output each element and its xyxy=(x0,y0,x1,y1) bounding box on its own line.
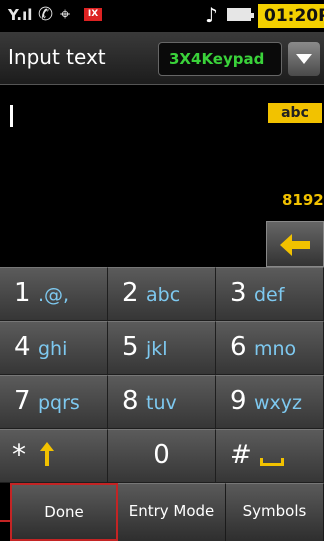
key-hash-space[interactable]: # xyxy=(216,429,324,483)
key-8[interactable]: 8 tuv xyxy=(108,375,216,429)
key-letters: wxyz xyxy=(254,392,303,414)
key-digit: 1 xyxy=(14,278,31,308)
key-2[interactable]: 2 abc xyxy=(108,267,216,321)
key-3[interactable]: 3 def xyxy=(216,267,324,321)
key-7[interactable]: 7 pqrs xyxy=(0,375,108,429)
sd-card-icon: IX xyxy=(84,8,102,21)
softkey-bar: Done Entry Mode Symbols xyxy=(0,483,324,541)
key-digit: 7 xyxy=(14,386,31,416)
back-arrow-icon xyxy=(280,234,310,256)
text-input-area[interactable]: abc 8192 xyxy=(0,85,324,267)
dropdown-button[interactable] xyxy=(288,42,320,76)
key-digit: 9 xyxy=(230,386,247,416)
key-5[interactable]: 5 jkl xyxy=(108,321,216,375)
key-digit: 0 xyxy=(153,440,170,470)
key-letters: tuv xyxy=(146,392,177,414)
entry-mode-button[interactable]: Entry Mode xyxy=(118,483,226,541)
clock: 01:20P xyxy=(258,4,324,28)
case-mode-badge: abc xyxy=(268,103,322,123)
backspace-button[interactable] xyxy=(266,221,324,267)
space-icon xyxy=(260,458,284,466)
key-9[interactable]: 9 wxyz xyxy=(216,375,324,429)
battery-icon xyxy=(227,8,254,21)
key-1[interactable]: 1 .@, xyxy=(0,267,108,321)
key-digit: 3 xyxy=(230,278,247,308)
key-letters: jkl xyxy=(146,338,168,360)
char-count: 8192 xyxy=(282,191,324,209)
key-digit: 5 xyxy=(122,332,139,362)
music-note-icon: ♪ xyxy=(205,3,218,27)
key-star: * xyxy=(12,438,26,471)
page-title: Input text xyxy=(8,45,106,69)
key-letters: mno xyxy=(254,338,297,360)
key-0[interactable]: 0 xyxy=(108,429,216,483)
entry-type-select[interactable]: 3X4Keypad xyxy=(158,42,282,76)
keypad: 1 .@, 2 abc 3 def 4 ghi 5 jkl 6 mno 7 pq… xyxy=(0,267,324,483)
chevron-down-icon xyxy=(296,54,312,64)
phone-screen: Y.ıl ✆ ⌖ IX ♪ 01:20P Input text 3X4Keypa… xyxy=(0,0,324,541)
symbols-button[interactable]: Symbols xyxy=(226,483,324,541)
key-digit: 2 xyxy=(122,278,139,308)
key-letters: .@, xyxy=(38,284,70,306)
key-6[interactable]: 6 mno xyxy=(216,321,324,375)
done-button[interactable]: Done xyxy=(10,483,118,541)
key-letters: pqrs xyxy=(38,392,80,414)
status-bar: Y.ıl ✆ ⌖ IX ♪ 01:20P xyxy=(0,0,324,32)
key-4[interactable]: 4 ghi xyxy=(0,321,108,375)
key-digit: 6 xyxy=(230,332,247,362)
key-letters: abc xyxy=(146,284,181,306)
signal-icon: Y.ıl xyxy=(8,6,33,24)
input-header: Input text 3X4Keypad xyxy=(0,32,324,85)
key-letters: ghi xyxy=(38,338,68,360)
shift-arrow-icon xyxy=(40,442,54,466)
gps-icon: ⌖ xyxy=(60,4,71,25)
text-cursor xyxy=(10,105,13,127)
key-hash: # xyxy=(230,440,252,470)
call-icon: ✆ xyxy=(38,4,54,25)
highlight-line xyxy=(0,520,12,522)
key-letters: def xyxy=(254,284,285,306)
key-digit: 4 xyxy=(14,332,31,362)
key-star-shift[interactable]: * xyxy=(0,429,108,483)
key-digit: 8 xyxy=(122,386,139,416)
